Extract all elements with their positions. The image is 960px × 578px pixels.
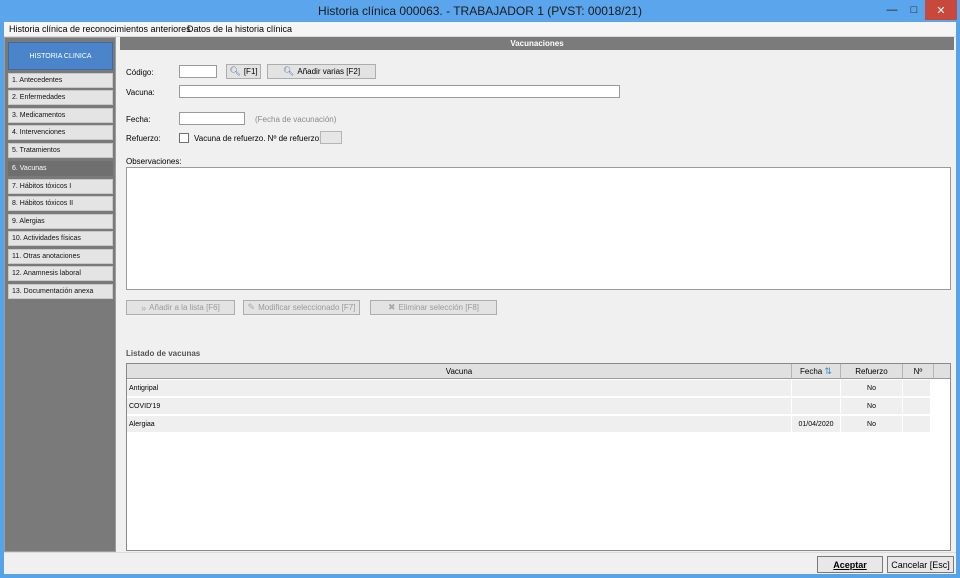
vaccines-table: Vacuna Fecha ⇅ Refuerzo Nº Antigripal No… xyxy=(126,363,951,551)
fecha-label: Fecha: xyxy=(126,115,151,124)
minimize-icon[interactable]: — xyxy=(881,0,903,20)
search-icon: 🔍︎ xyxy=(229,66,241,76)
vacuna-field[interactable] xyxy=(179,85,620,98)
sidebar-item-alergias[interactable]: 9. Alergias xyxy=(8,214,113,229)
search-button[interactable]: 🔍︎ [F1] xyxy=(226,64,261,79)
add-to-list-button[interactable]: » Añadir a la lista [F6] xyxy=(126,300,235,315)
observaciones-textarea[interactable] xyxy=(126,167,951,290)
vacuna-label: Vacuna: xyxy=(126,88,155,97)
sidebar-item-habitos-toxicos-1[interactable]: 7. Hábitos tóxicos I xyxy=(8,179,113,194)
refuerzo-checkbox[interactable] xyxy=(179,133,189,143)
sidebar-item-tratamientos[interactable]: 5. Tratamientos xyxy=(8,143,113,158)
menu-item-previous-history[interactable]: Historia clínica de reconocimientos ante… xyxy=(9,24,191,34)
sidebar-item-medicamentos[interactable]: 3. Medicamentos xyxy=(8,108,113,123)
add-to-list-label: Añadir a la lista [F6] xyxy=(149,303,220,312)
cell-num xyxy=(903,380,931,397)
column-header-fecha[interactable]: Fecha ⇅ xyxy=(792,364,841,379)
refuerzo-label: Refuerzo: xyxy=(126,134,161,143)
modify-selected-label: Modificar seleccionado [F7] xyxy=(258,303,356,312)
cell-num xyxy=(903,398,931,415)
sidebar-item-documentacion-anexa[interactable]: 13. Documentación anexa xyxy=(8,284,113,299)
add-multiple-button-label: Añadir varias [F2] xyxy=(297,67,361,76)
modify-selected-button[interactable]: ✎ Modificar seleccionado [F7] xyxy=(243,300,360,315)
delete-icon: ✖ xyxy=(387,302,396,312)
sidebar-item-otras-anotaciones[interactable]: 11. Otras anotaciones xyxy=(8,249,113,264)
menu-item-history-data[interactable]: Datos de la historia clínica xyxy=(187,24,292,34)
fecha-hint: (Fecha de vacunación) xyxy=(255,115,337,124)
table-header: Vacuna Fecha ⇅ Refuerzo Nº xyxy=(127,364,950,379)
sidebar-header: HISTORIA CLINICA xyxy=(8,42,113,70)
sidebar-item-habitos-toxicos-2[interactable]: 8. Hábitos tóxicos II xyxy=(8,196,113,211)
accept-button[interactable]: Aceptar xyxy=(817,556,883,573)
sort-icon: ⇅ xyxy=(824,366,832,376)
refuerzo-number-field[interactable] xyxy=(320,131,342,144)
cell-fecha xyxy=(792,380,841,397)
delete-selection-button[interactable]: ✖ Eliminar selección [F8] xyxy=(370,300,497,315)
add-arrow-icon: » xyxy=(141,302,147,313)
cancel-button[interactable]: Cancelar [Esc] xyxy=(887,556,954,573)
cell-vacuna: COVID'19 xyxy=(129,398,792,415)
sidebar-item-anamnesis-laboral[interactable]: 12. Anamnesis laboral xyxy=(8,266,113,281)
vaccinations-panel: Vacunaciones Código: 🔍︎ [F1] 🔍︎ Añadir v… xyxy=(120,37,954,552)
sidebar-item-antecedentes[interactable]: 1. Antecedentes xyxy=(8,73,113,88)
edit-icon: ✎ xyxy=(247,302,256,312)
sidebar-item-actividades-fisicas[interactable]: 10. Actividades físicas xyxy=(8,231,113,246)
fecha-field[interactable] xyxy=(179,112,245,125)
sidebar: HISTORIA CLINICA 1. Antecedentes 2. Enfe… xyxy=(4,37,116,552)
codigo-field[interactable] xyxy=(179,65,217,78)
panel-title: Vacunaciones xyxy=(120,37,954,50)
add-multiple-button[interactable]: 🔍︎ Añadir varias [F2] xyxy=(267,64,376,79)
column-header-fecha-label: Fecha xyxy=(799,367,823,376)
refuerzo-checkbox-label: Vacuna de refuerzo. Nº de refuerzo: xyxy=(194,134,322,143)
menu-bar: Historia clínica de reconocimientos ante… xyxy=(4,22,956,37)
list-title: Listado de vacunas xyxy=(126,349,201,358)
cell-vacuna: Alergiaa xyxy=(129,416,792,433)
close-icon[interactable]: ✕ xyxy=(925,0,957,20)
cell-refuerzo: No xyxy=(841,416,903,433)
column-header-refuerzo[interactable]: Refuerzo xyxy=(841,364,903,379)
window-client: Historia clínica de reconocimientos ante… xyxy=(4,22,956,574)
cell-fecha: 01/04/2020 xyxy=(792,416,841,433)
title-bar: Historia clínica 000063. - TRABAJADOR 1 … xyxy=(0,0,960,22)
cell-vacuna: Antigripal xyxy=(129,380,792,397)
table-row[interactable]: COVID'19 No xyxy=(127,398,931,415)
search-button-label: [F1] xyxy=(243,67,258,76)
sidebar-item-enfermedades[interactable]: 2. Enfermedades xyxy=(8,90,113,105)
observaciones-label: Observaciones: xyxy=(126,157,182,166)
delete-selection-label: Eliminar selección [F8] xyxy=(398,303,480,312)
search-icon: 🔍︎ xyxy=(282,66,295,76)
column-header-num[interactable]: Nº xyxy=(903,364,934,379)
maximize-icon[interactable]: □ xyxy=(903,0,925,20)
cell-fecha xyxy=(792,398,841,415)
cell-refuerzo: No xyxy=(841,380,903,397)
cell-refuerzo: No xyxy=(841,398,903,415)
window-title: Historia clínica 000063. - TRABAJADOR 1 … xyxy=(318,4,642,18)
sidebar-item-vacunas[interactable]: 6. Vacunas xyxy=(8,161,113,176)
dialog-footer: Aceptar Cancelar [Esc] xyxy=(4,552,956,574)
table-row[interactable]: Antigripal No xyxy=(127,380,931,397)
cell-num xyxy=(903,416,931,433)
codigo-label: Código: xyxy=(126,68,154,77)
column-header-vacuna[interactable]: Vacuna xyxy=(127,364,792,379)
sidebar-item-intervenciones[interactable]: 4. Intervenciones xyxy=(8,125,113,140)
table-row[interactable]: Alergiaa 01/04/2020 No xyxy=(127,416,931,433)
